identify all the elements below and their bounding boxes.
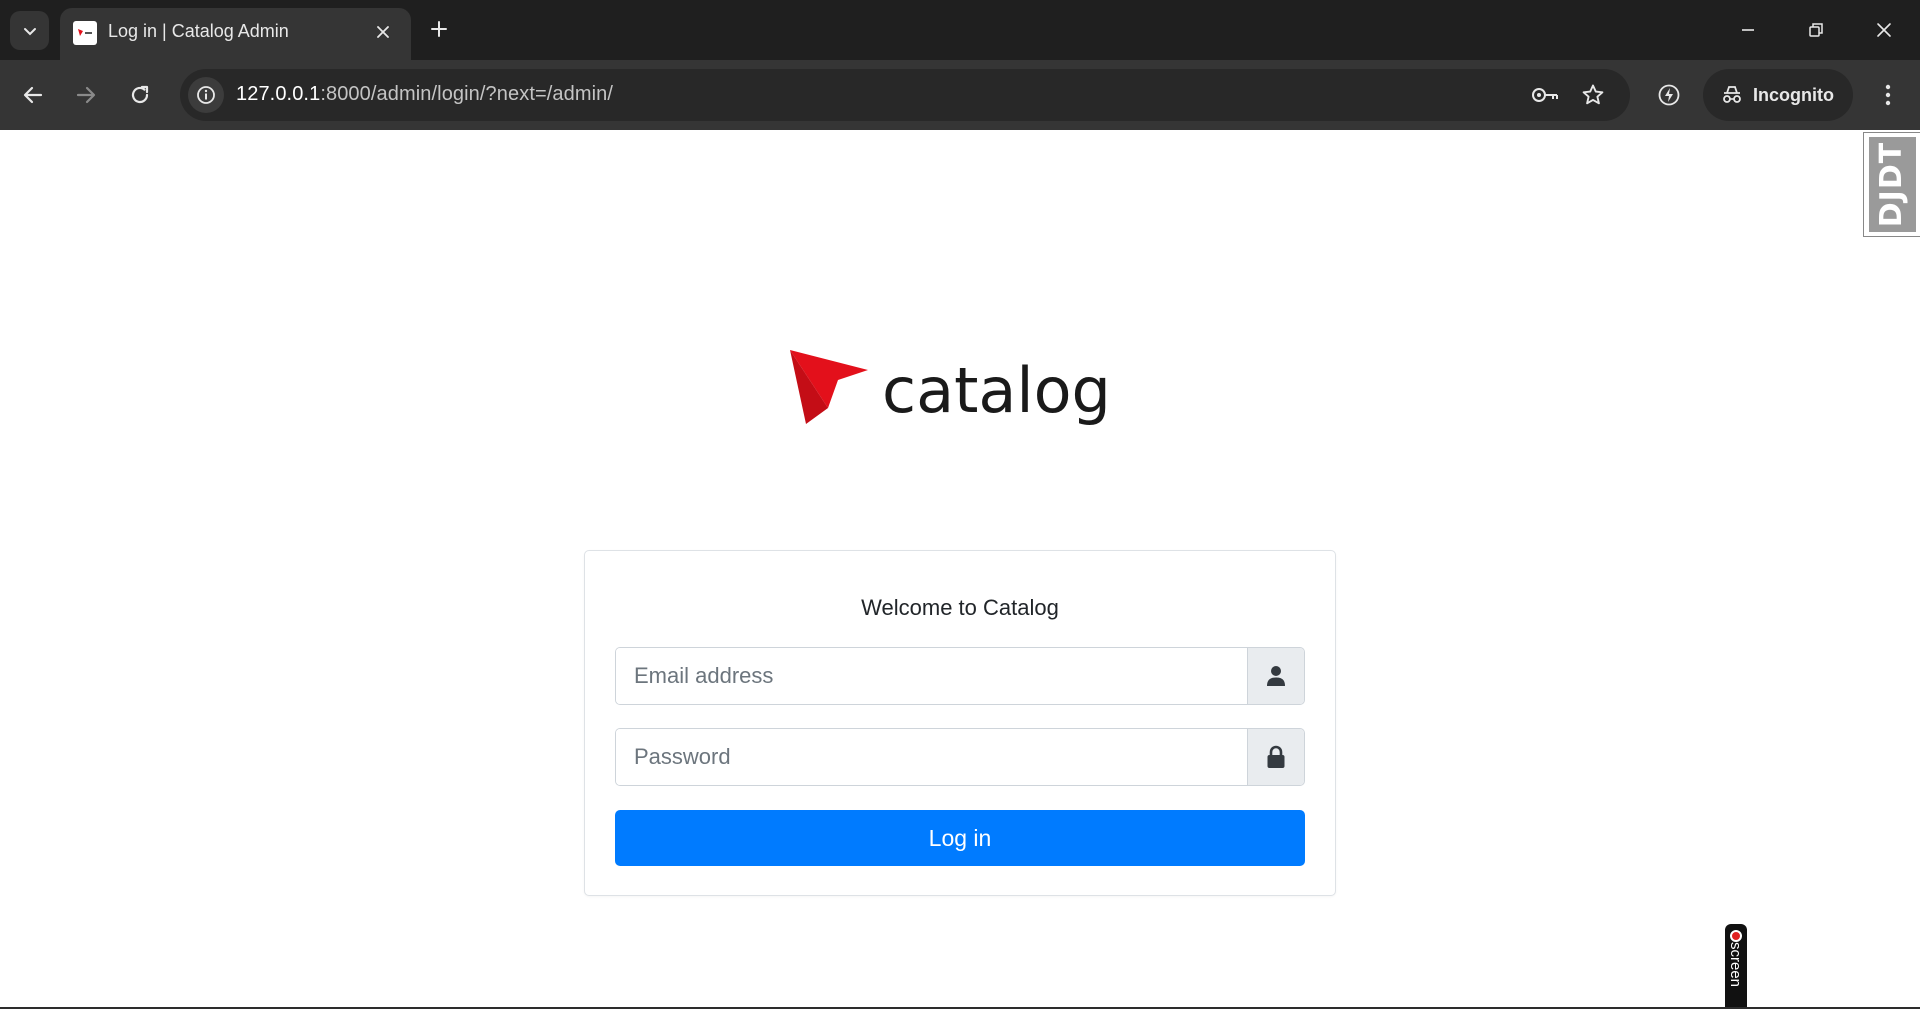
tab-title: Log in | Catalog Admin — [108, 21, 289, 41]
email-input[interactable] — [616, 648, 1247, 704]
browser-tab-strip: Log in | Catalog Admin — [0, 0, 1920, 60]
arrow-right-icon — [76, 86, 96, 104]
lock-icon — [1267, 745, 1285, 768]
new-tab-button[interactable] — [424, 14, 454, 44]
url-path: :8000/admin/login/?next=/admin/ — [320, 83, 614, 105]
catalog-logo-mark-icon: catalog — [790, 350, 1111, 427]
restore-icon — [1809, 23, 1823, 37]
browser-menu-button[interactable] — [1872, 77, 1904, 113]
email-field-group — [615, 647, 1305, 705]
password-addon — [1247, 729, 1304, 785]
password-field-group — [615, 728, 1305, 786]
url-host: 127.0.0.1 — [236, 83, 321, 105]
password-input[interactable] — [616, 729, 1247, 785]
close-icon — [1877, 23, 1891, 37]
password-key-icon[interactable] — [1530, 80, 1560, 110]
email-addon — [1247, 648, 1304, 704]
catalog-logo: catalog — [790, 350, 1130, 430]
djdt-label: DJDT — [1874, 141, 1910, 228]
active-tab[interactable]: Log in | Catalog Admin — [60, 8, 411, 60]
site-info-icon[interactable] — [188, 77, 224, 113]
restore-button[interactable] — [1793, 12, 1839, 48]
minimize-button[interactable] — [1725, 12, 1771, 48]
url-text[interactable]: 127.0.0.1:8000/admin/login/?next=/admin/ — [236, 83, 613, 106]
record-dot-icon — [1730, 930, 1742, 942]
arrow-left-icon — [23, 86, 43, 104]
welcome-heading: Welcome to Catalog — [861, 595, 1059, 620]
login-button[interactable]: Log in — [615, 810, 1305, 866]
django-debug-toolbar-handle[interactable]: DJDT — [1863, 132, 1920, 237]
user-icon — [1267, 666, 1285, 686]
performance-button[interactable] — [1651, 77, 1687, 113]
bookmark-star-icon[interactable] — [1578, 80, 1608, 110]
incognito-icon — [1723, 86, 1741, 103]
plus-icon — [431, 21, 447, 37]
browser-toolbar: 127.0.0.1:8000/admin/login/?next=/admin/… — [0, 60, 1920, 130]
login-card: Welcome to Catalog Log in — [584, 550, 1336, 896]
reload-icon — [131, 85, 149, 104]
close-window-button[interactable] — [1861, 12, 1907, 48]
djdt-badge: DJDT — [1868, 137, 1916, 232]
address-bar[interactable]: 127.0.0.1:8000/admin/login/?next=/admin/ — [180, 69, 1630, 121]
tab-search-button[interactable] — [10, 11, 49, 50]
minimize-icon — [1742, 29, 1754, 31]
screen-recorder-label: screen — [1727, 941, 1745, 988]
forward-button[interactable] — [68, 77, 104, 113]
lightning-icon — [1658, 84, 1680, 106]
page-content: DJDT catalog Welcome to Catalog Log in — [0, 130, 1920, 1009]
chevron-down-icon — [23, 27, 36, 35]
tab-close-icon[interactable] — [371, 20, 395, 44]
more-vertical-icon — [1885, 84, 1891, 106]
back-button[interactable] — [15, 77, 51, 113]
reload-button[interactable] — [122, 77, 158, 113]
catalog-favicon-icon — [73, 21, 97, 45]
incognito-indicator[interactable]: Incognito — [1703, 69, 1853, 121]
screen-recorder-tab[interactable]: screen — [1725, 924, 1747, 1009]
incognito-label: Incognito — [1753, 84, 1834, 105]
logo-wordmark: catalog — [882, 354, 1111, 427]
